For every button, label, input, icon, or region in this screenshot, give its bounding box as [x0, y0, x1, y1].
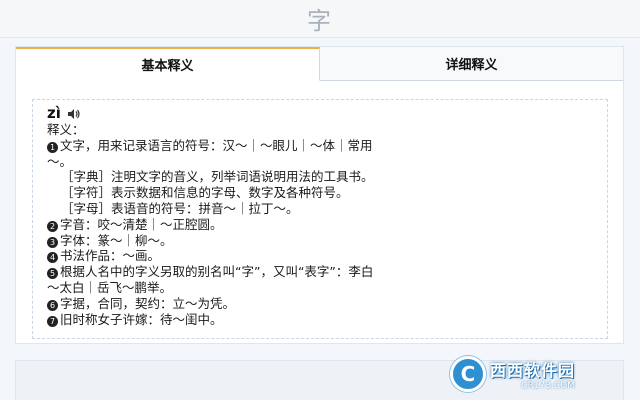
definition-panel: 基本释义 详细释义 zì 释义： 1 文字，用来记录语言的符号：汉～｜～眼儿｜～体… — [15, 46, 624, 344]
definition-line: 6 字据，合同，契约：立～为凭。 — [47, 296, 607, 312]
definition-line: 7 旧时称女子许嫁：待～闺中。 — [47, 312, 607, 328]
definition-text: ［字母］表语音的符号：拼音～｜拉丁～。 — [61, 200, 299, 216]
speaker-icon[interactable] — [67, 106, 81, 120]
pinyin: zì — [47, 104, 61, 122]
definition-line: ［字母］表语音的符号：拼音～｜拉丁～。 — [47, 201, 607, 217]
definition-list: 1 文字，用来记录语言的符号：汉～｜～眼儿｜～体｜常用 ～。 ［字典］注明文字的音义，… — [47, 138, 607, 328]
definition-number: 5 — [47, 268, 58, 280]
definition-line: ［字符］表示数据和信息的字母、数字及各种符号。 — [47, 185, 607, 201]
definition-text: 文字，用来记录语言的符号：汉～｜～眼儿｜～体｜常用 — [60, 137, 373, 153]
app-header: 字 — [0, 0, 640, 38]
watermark-text: 西西软件园 — [490, 361, 576, 380]
definition-content: zì 释义： 1 文字，用来记录语言的符号：汉～｜～眼儿｜～体｜常用 ～。 ［字典］注… — [32, 99, 608, 339]
watermark-url: CR173.COM — [521, 381, 576, 391]
pinyin-row: zì — [47, 104, 607, 122]
definition-text: 字据，合同，契约：立～为凭。 — [60, 295, 236, 311]
definition-text: ～。 — [47, 153, 73, 169]
definition-line: ～太白｜岳飞～鹏举。 — [47, 280, 607, 296]
watermark-logo: C — [450, 356, 486, 392]
definition-line: 3 字体：篆～｜柳～。 — [47, 233, 607, 249]
definition-number: 7 — [47, 315, 58, 327]
definition-text: 根据人名中的字义另取的别名叫“字”，又叫“表字”：李白 — [60, 264, 374, 280]
character-title: 字 — [307, 7, 333, 35]
site-watermark: C 西西软件园 CR173.COM — [450, 352, 630, 396]
tab-bar: 基本释义 详细释义 — [16, 47, 623, 81]
definition-text: 书法作品：～画。 — [60, 248, 161, 264]
definition-text: 旧时称女子许嫁：待～闺中。 — [60, 311, 223, 327]
definition-text: ［字符］表示数据和信息的字母、数字及各种符号。 — [61, 185, 349, 201]
definition-number: 2 — [47, 220, 58, 232]
definition-line: ～。 — [47, 154, 607, 170]
definition-line: 1 文字，用来记录语言的符号：汉～｜～眼儿｜～体｜常用 — [47, 138, 607, 154]
definition-text: ～太白｜岳飞～鹏举。 — [47, 279, 173, 295]
tab-basic-definition[interactable]: 基本释义 — [16, 47, 320, 81]
definition-label: 释义： — [47, 122, 85, 137]
definition-number: 1 — [47, 141, 58, 153]
tab-detailed-definition[interactable]: 详细释义 — [320, 47, 623, 81]
definition-number: 4 — [47, 252, 58, 264]
definition-number: 3 — [47, 236, 58, 248]
definition-line: 2 字音：咬～清楚｜～正腔圆。 — [47, 217, 607, 233]
definition-text: ［字典］注明文字的音义，列举词语说明用法的工具书。 — [61, 169, 374, 185]
definition-line: ［字典］注明文字的音义，列举词语说明用法的工具书。 — [47, 169, 607, 185]
definition-line: 4 书法作品：～画。 — [47, 248, 607, 264]
definition-number: 6 — [47, 299, 58, 311]
definition-text: 字音：咬～清楚｜～正腔圆。 — [60, 216, 223, 232]
definition-text: 字体：篆～｜柳～。 — [60, 232, 173, 248]
definition-line: 5 根据人名中的字义另取的别名叫“字”，又叫“表字”：李白 — [47, 264, 607, 280]
